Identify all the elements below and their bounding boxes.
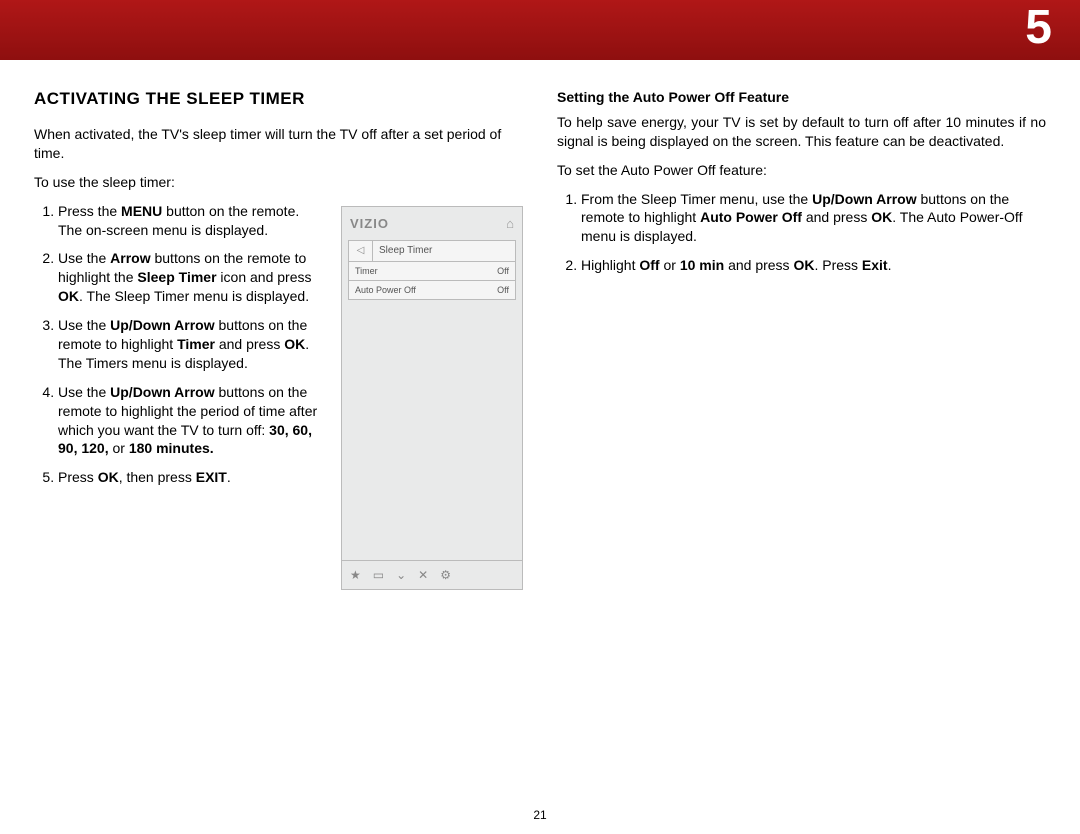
- text: . The Sleep Timer menu is displayed.: [79, 288, 309, 304]
- menu-top-bar: VIZIO ⌂: [342, 207, 522, 237]
- menu-title: Sleep Timer: [373, 241, 515, 261]
- section-heading: ACTIVATING THE SLEEP TIMER: [34, 88, 523, 111]
- brand-logo: VIZIO: [350, 215, 389, 233]
- steps-list: Press the MENU button on the remote. The…: [34, 202, 325, 488]
- text: Use the: [58, 384, 110, 400]
- text: , then press: [119, 469, 196, 485]
- lead-line: To use the sleep timer:: [34, 173, 523, 192]
- bold-text: Off: [639, 257, 659, 273]
- bold-text: OK: [98, 469, 119, 485]
- step-5: Press OK, then press EXIT.: [58, 468, 325, 487]
- menu-row-auto-power-off: Auto Power Off Off: [348, 281, 516, 300]
- wide-icon: ▭: [373, 567, 384, 583]
- chevron-down-icon: ⌄: [396, 567, 406, 583]
- page-number: 21: [0, 808, 1080, 822]
- bold-text: Timer: [177, 336, 215, 352]
- menu-row-label: Timer: [355, 265, 378, 277]
- right-column: Setting the Auto Power Off Feature To he…: [557, 88, 1046, 590]
- menu-row-value: Off: [497, 284, 509, 296]
- menu-row-timer: Timer Off: [348, 262, 516, 281]
- menu-row-label: Auto Power Off: [355, 284, 416, 296]
- text: . Press: [814, 257, 861, 273]
- back-icon: ◁: [349, 241, 373, 261]
- text: and press: [215, 336, 284, 352]
- steps-list: From the Sleep Timer menu, use the Up/Do…: [557, 190, 1046, 276]
- step-1: From the Sleep Timer menu, use the Up/Do…: [581, 190, 1046, 247]
- steps-list-wrap: Press the MENU button on the remote. The…: [34, 202, 325, 498]
- text: Press the: [58, 203, 121, 219]
- text: or: [109, 440, 129, 456]
- bold-text: Auto Power Off: [700, 209, 802, 225]
- bold-text: Up/Down Arrow: [110, 384, 214, 400]
- step-2: Highlight Off or 10 min and press OK. Pr…: [581, 256, 1046, 275]
- chapter-header: 5: [0, 0, 1080, 60]
- text: Press: [58, 469, 98, 485]
- step-2: Use the Arrow buttons on the remote to h…: [58, 249, 325, 306]
- close-icon: ✕: [418, 567, 428, 583]
- step-1: Press the MENU button on the remote. The…: [58, 202, 325, 240]
- lead-line: To set the Auto Power Off feature:: [557, 161, 1046, 180]
- text: and press: [724, 257, 793, 273]
- bold-text: OK: [284, 336, 305, 352]
- bold-text: Sleep Timer: [137, 269, 216, 285]
- menu-body-spacer: [342, 300, 522, 560]
- bold-text: OK: [871, 209, 892, 225]
- text: or: [660, 257, 680, 273]
- menu-title-row: ◁ Sleep Timer: [348, 240, 516, 262]
- step-4: Use the Up/Down Arrow buttons on the rem…: [58, 383, 325, 459]
- text: Use the: [58, 317, 110, 333]
- bold-text: 10 min: [680, 257, 724, 273]
- bold-text: Up/Down Arrow: [812, 191, 916, 207]
- bold-text: Arrow: [110, 250, 150, 266]
- text: .: [888, 257, 892, 273]
- chapter-number: 5: [1025, 0, 1052, 55]
- text: Highlight: [581, 257, 639, 273]
- step-3: Use the Up/Down Arrow buttons on the rem…: [58, 316, 325, 373]
- bold-text: MENU: [121, 203, 162, 219]
- menu-footer: ★ ▭ ⌄ ✕ ⚙: [342, 560, 522, 589]
- menu-row-value: Off: [497, 265, 509, 277]
- intro-paragraph: When activated, the TV's sleep timer wil…: [34, 125, 523, 163]
- bold-text: OK: [793, 257, 814, 273]
- bold-text: EXIT: [196, 469, 227, 485]
- intro-paragraph: To help save energy, your TV is set by d…: [557, 113, 1046, 151]
- subsection-heading: Setting the Auto Power Off Feature: [557, 88, 1046, 107]
- bold-text: 180 minutes.: [129, 440, 214, 456]
- bold-text: Up/Down Arrow: [110, 317, 214, 333]
- text: Use the: [58, 250, 110, 266]
- text: icon and press: [217, 269, 312, 285]
- star-icon: ★: [350, 567, 361, 583]
- text: .: [227, 469, 231, 485]
- gear-icon: ⚙: [440, 567, 451, 583]
- page-content: ACTIVATING THE SLEEP TIMER When activate…: [0, 60, 1080, 600]
- home-icon: ⌂: [506, 215, 514, 233]
- text: and press: [802, 209, 871, 225]
- bold-text: Exit: [862, 257, 888, 273]
- onscreen-menu-illustration: VIZIO ⌂ ◁ Sleep Timer Timer Off Auto Pow…: [341, 206, 523, 591]
- text: From the Sleep Timer menu, use the: [581, 191, 812, 207]
- left-column: ACTIVATING THE SLEEP TIMER When activate…: [34, 88, 523, 590]
- bold-text: OK: [58, 288, 79, 304]
- steps-and-menu: Press the MENU button on the remote. The…: [34, 202, 523, 591]
